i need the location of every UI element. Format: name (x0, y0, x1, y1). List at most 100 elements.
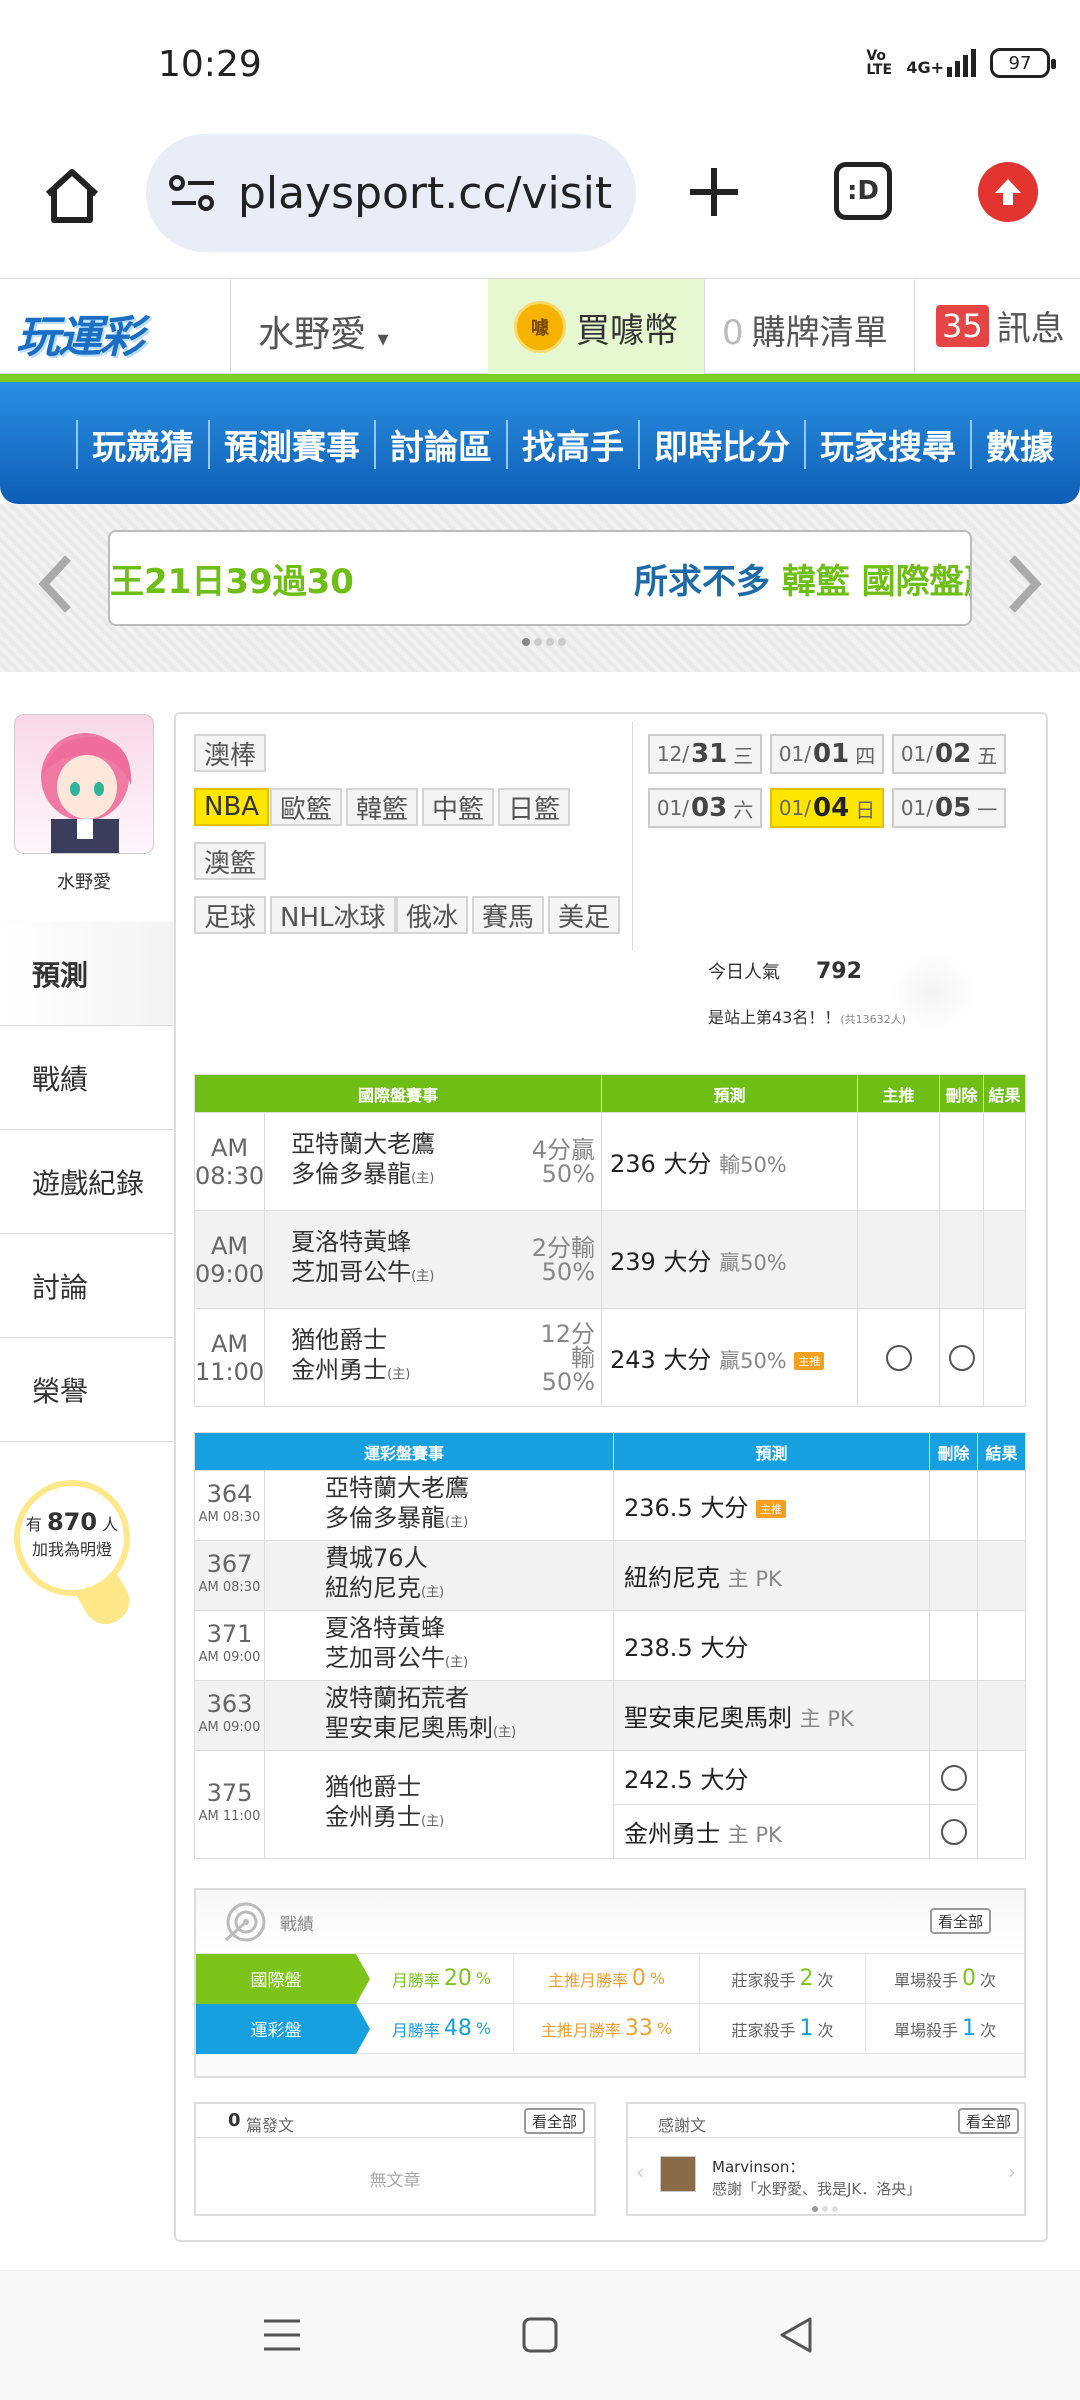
lottery-prediction-table: 運彩盤賽事 預測 刪除 結果 364 AM 08:30 亞特蘭大老鷹 多倫多暴龍(主… (194, 1432, 1026, 1859)
sport-tag[interactable]: 歐籃 (270, 788, 343, 826)
coin-icon: 噱 (514, 301, 566, 353)
nav-item-guess[interactable]: 玩競猜 (76, 420, 208, 469)
sport-tag[interactable]: 澳籃 (194, 842, 267, 880)
target-icon (224, 1902, 266, 1942)
record-row-intl: 國際盤 月勝率 20% 主推月勝率 0% 莊家殺手 2 次 單場殺手 0 次 (196, 1953, 1024, 2004)
date-tab[interactable]: 01/03 六 (648, 788, 762, 828)
date-tab[interactable]: 01/05 一 (892, 788, 1006, 828)
sport-tag[interactable]: 日籃 (498, 788, 571, 826)
col-header: 主推 (857, 1074, 940, 1113)
chevron-left-icon[interactable]: ‹ (636, 2160, 644, 2184)
home-icon[interactable] (40, 164, 104, 228)
thanks-user[interactable]: Marvinson： (712, 2156, 804, 2177)
record-box: 戰績 看全部 國際盤 月勝率 20% 主推月勝率 0% 莊家殺手 2 次 單場殺手 0 次 … (194, 1888, 1026, 2078)
chevron-right-icon[interactable] (1008, 554, 1042, 614)
col-header: 刪除 (929, 1432, 978, 1471)
update-icon[interactable] (978, 162, 1038, 222)
nav-item-livescore[interactable]: 即時比分 (638, 420, 804, 469)
avatar[interactable] (14, 714, 154, 854)
nav-item-player-search[interactable]: 玩家搜尋 (804, 420, 970, 469)
side-item-predict[interactable]: 預測 (0, 922, 174, 1026)
new-tab-icon[interactable] (684, 162, 744, 222)
side-item-record[interactable]: 戰績 (0, 1026, 174, 1130)
record-title: 戰績 (280, 1915, 314, 1935)
popularity: 今日人氣 792 (708, 959, 862, 984)
sport-tag[interactable]: 賽馬 (472, 896, 545, 934)
url-text: playsport.cc/visit (238, 167, 613, 219)
back-icon[interactable] (776, 2315, 816, 2355)
col-header: 運彩盤賽事 (194, 1432, 614, 1471)
table-row: 375 AM 11:00 猶他爵士 金州勇士(主) 242.5 大分 (194, 1750, 1026, 1859)
messages-button[interactable]: 35 訊息 (936, 301, 1065, 350)
empty-text: 無文章 (369, 2171, 421, 2191)
date-tab-active[interactable]: 01/04 日 (770, 788, 884, 828)
date-tab[interactable]: 01/01 四 (770, 734, 884, 774)
sport-tag[interactable]: 澳棒 (194, 734, 267, 772)
sport-tag[interactable]: NHL冰球 (270, 896, 396, 934)
system-icons: Vo LTE 4G+ 97 (866, 48, 1056, 78)
site-logo[interactable]: 玩運彩 (16, 301, 144, 365)
thanks-text: 感謝「水野愛、我是JK．洛央」 (712, 2180, 922, 2198)
rank-text: 是站上第43名！！(共13632人) (708, 1008, 906, 1027)
table-row: 364 AM 08:30 亞特蘭大老鷹 多倫多暴龍(主) 236.5 大分 主推 (194, 1470, 1026, 1541)
side-item-honor[interactable]: 榮譽 (0, 1338, 174, 1442)
chevron-right-icon[interactable]: › (1008, 2160, 1016, 2184)
record-row-lottery: 運彩盤 月勝率 48% 主推月勝率 33% 莊家殺手 1 次 單場殺手 1 次 (196, 2003, 1024, 2054)
site-settings-icon[interactable] (168, 173, 218, 213)
date-tab[interactable]: 12/31 三 (648, 734, 762, 774)
side-item-game-log[interactable]: 遊戲紀錄 (0, 1130, 174, 1234)
col-header: 結果 (983, 1074, 1026, 1113)
side-item-discuss[interactable]: 討論 (0, 1234, 174, 1338)
see-all-button[interactable]: 看全部 (930, 1908, 992, 1934)
follower-bulb[interactable]: 有 870 人 加我為明燈 (14, 1480, 130, 1596)
main-nav: 玩競猜 預測賽事 討論區 找高手 即時比分 玩家搜尋 數據 (0, 382, 1080, 504)
signal-icon: 4G+ (906, 49, 976, 77)
header-accent-line (0, 374, 1080, 382)
sport-tag-active[interactable]: NBA (194, 788, 270, 826)
home-square-icon[interactable] (520, 2315, 560, 2355)
nav-item-experts[interactable]: 找高手 (506, 420, 638, 469)
table-row: AM 11:00 猶他爵士 金州勇士(主) 12分輸 50% 243 大分 贏50%… (193, 1308, 1026, 1407)
sport-tag[interactable]: 足球 (194, 896, 267, 934)
tab-switcher-button[interactable]: :D (834, 162, 892, 220)
nav-item-forum[interactable]: 討論區 (374, 420, 506, 469)
main-pick-radio[interactable] (885, 1344, 912, 1371)
delete-radio[interactable] (940, 1764, 967, 1791)
see-all-button[interactable]: 看全部 (958, 2108, 1020, 2134)
system-nav-bar (0, 2270, 1080, 2400)
site-header: 玩運彩 水野愛 ▾ 噱 買噱幣 0 購牌清單 35 訊息 (0, 278, 1080, 375)
chevron-left-icon[interactable] (38, 554, 72, 614)
cart-button[interactable]: 0 購牌清單 (722, 305, 888, 354)
see-all-button[interactable]: 看全部 (524, 2108, 586, 2134)
sport-tag[interactable]: 美足 (548, 896, 621, 934)
thanks-box: 感謝文 看全部 ‹ Marvinson： 感謝「水野愛、我是JK．洛央」 › (626, 2102, 1026, 2216)
menu-icon[interactable] (262, 2315, 302, 2355)
delete-radio[interactable] (948, 1344, 975, 1371)
side-menu: 預測 戰績 遊戲紀錄 討論 榮譽 (0, 922, 174, 1442)
col-header: 結果 (977, 1432, 1026, 1471)
delete-radio[interactable] (940, 1818, 967, 1845)
ticker-text-1: 王21日39過30 (110, 562, 354, 602)
date-tab[interactable]: 01/02 五 (892, 734, 1006, 774)
battery-icon: 97 (990, 48, 1056, 78)
record-label: 運彩盤 (196, 2003, 370, 2054)
nav-item-predict[interactable]: 預測賽事 (208, 420, 374, 469)
table-row: AM 08:30 亞特蘭大老鷹 多倫多暴龍(主) 4分贏 50% 236 大分 輸5… (193, 1112, 1026, 1211)
buy-coin-button[interactable]: 噱 買噱幣 (488, 279, 704, 375)
sport-tag[interactable]: 俄冰 (396, 896, 469, 934)
col-header: 國際盤賽事 (194, 1074, 602, 1113)
sport-tag[interactable]: 中籃 (422, 788, 495, 826)
sport-tag[interactable]: 韓籃 (346, 788, 419, 826)
url-bar[interactable]: playsport.cc/visit (146, 134, 636, 252)
avatar[interactable] (660, 2156, 696, 2192)
table-row: AM 09:00 夏洛特黃蜂 芝加哥公牛(主) 2分輸 50% 239 大分 贏50… (193, 1210, 1026, 1309)
col-header: 預測 (613, 1432, 930, 1471)
intl-prediction-table: 國際盤賽事 預測 主推 刪除 結果 AM 08:30 亞特蘭大老鷹 多倫多暴龍(主… (193, 1074, 1026, 1407)
table-row: 363 AM 09:00 波特蘭拓荒者 聖安東尼奧馬刺(主) 聖安東尼奧馬刺 主 P… (194, 1680, 1026, 1751)
nav-item-data[interactable]: 數據 (970, 420, 1068, 469)
user-dropdown[interactable]: 水野愛 ▾ (258, 305, 389, 357)
status-bar: 10:29 Vo LTE 4G+ 97 (0, 0, 1080, 130)
table-row: 367 AM 08:30 費城76人 紐約尼克(主) 紐約尼克 主 PK (194, 1540, 1026, 1611)
carousel-dots (812, 2206, 838, 2212)
ticker-box[interactable]: 王21日39過30 所求不多 韓籃 國際盤贏 (108, 530, 972, 626)
